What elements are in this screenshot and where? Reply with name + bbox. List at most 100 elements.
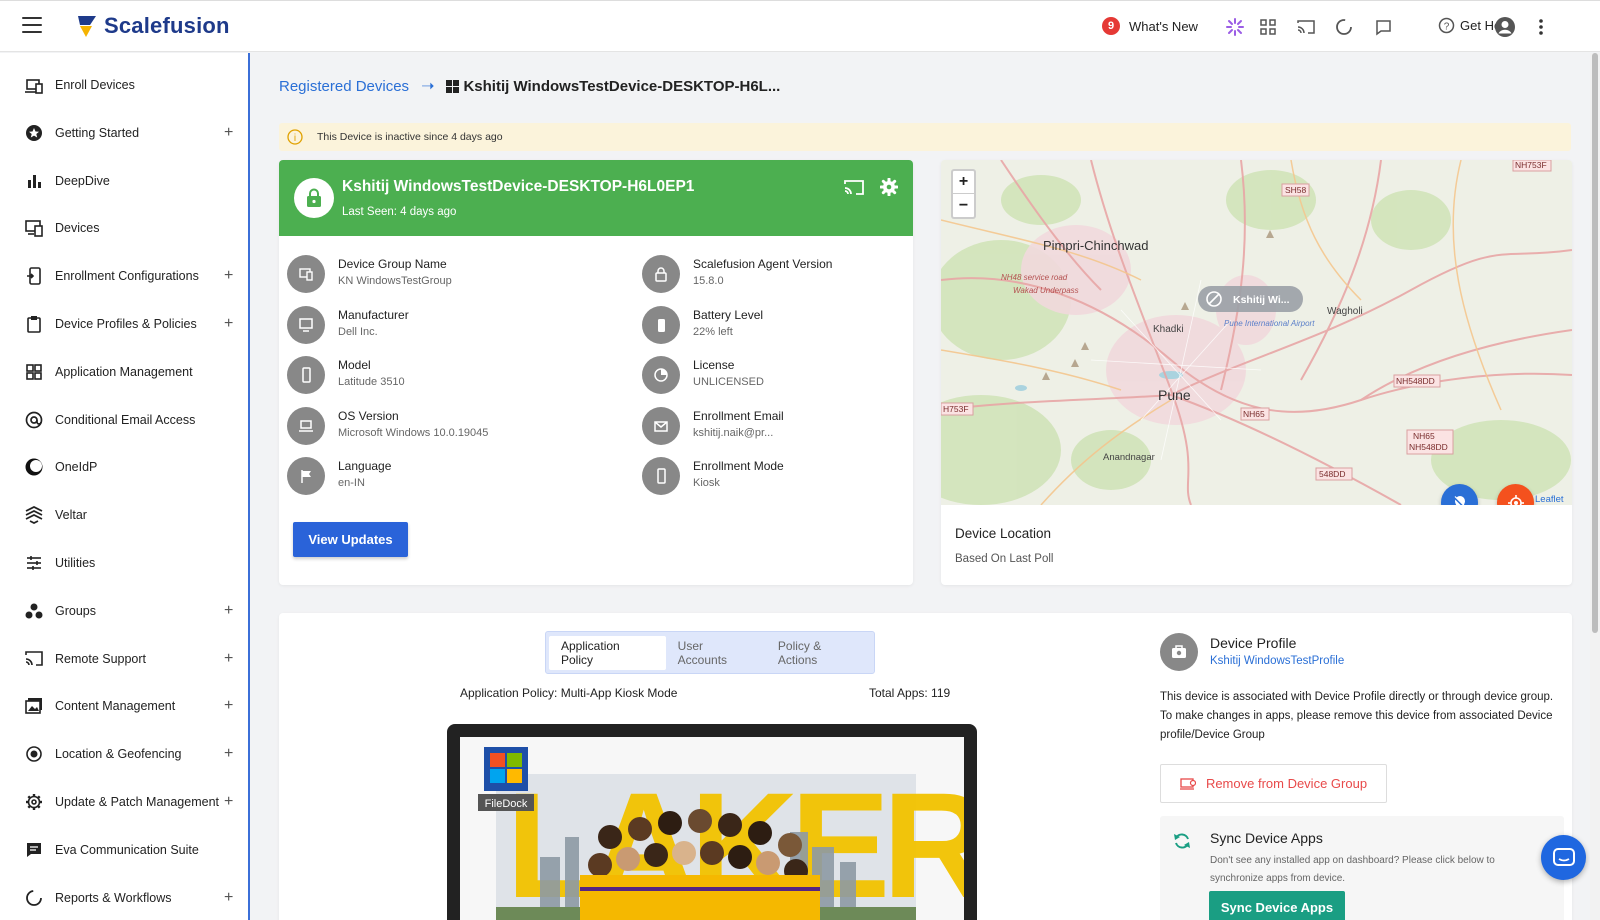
- map-label-service-road: NH48 service road: [1001, 273, 1068, 282]
- policy-tabs: Application Policy User Accounts Policy …: [545, 631, 875, 674]
- sidebar-item-oneidp[interactable]: OneIdP: [0, 447, 248, 487]
- device-remove-icon: [1179, 777, 1196, 790]
- device-cast-icon[interactable]: [844, 179, 864, 201]
- tab-application-policy[interactable]: Application Policy: [549, 635, 666, 670]
- sidebar-item-content-management[interactable]: Content Management +: [0, 686, 248, 726]
- sidebar-item-veltar[interactable]: Veltar: [0, 495, 248, 535]
- kiosk-wallpaper: LAKERS: [478, 747, 964, 920]
- page-scrollbar[interactable]: [1590, 53, 1600, 920]
- info-label: OS Version: [338, 408, 399, 423]
- info-value: Latitude 3510: [338, 376, 405, 389]
- device-marker[interactable]: Kshitij Wi...: [1198, 286, 1303, 312]
- sidebar-item-reports-workflows[interactable]: Reports & Workflows +: [0, 878, 248, 918]
- sidebar-item-eva-communication-suite[interactable]: Eva Communication Suite: [0, 830, 248, 870]
- lock-icon: [294, 178, 334, 218]
- sidebar: Enroll Devices Getting Started + DeepDive De…: [0, 53, 250, 920]
- svg-text:NH65: NH65: [1243, 409, 1265, 419]
- expand-plus-icon[interactable]: +: [224, 793, 233, 811]
- message-icon[interactable]: [1372, 16, 1394, 38]
- filedock-label: FileDock: [485, 798, 528, 810]
- expand-plus-icon[interactable]: +: [224, 124, 233, 142]
- svg-text:H753F: H753F: [943, 404, 969, 414]
- sidebar-item-application-management[interactable]: Application Management: [0, 352, 248, 392]
- logo[interactable]: Scalefusion: [74, 13, 230, 39]
- road-shield-sh58: SH58: [1281, 183, 1310, 197]
- enrollment-config-icon: [24, 266, 44, 286]
- more-vertical-icon[interactable]: [1530, 16, 1552, 38]
- road-shield-nh65-b: NH65NH548DD: [1406, 429, 1454, 455]
- sync-icon: [1174, 833, 1190, 849]
- expand-plus-icon[interactable]: +: [224, 315, 233, 333]
- device-profile-link[interactable]: Kshitij WindowsTestProfile: [1210, 655, 1344, 667]
- sidebar-item-device-profiles-policies[interactable]: Device Profiles & Policies +: [0, 304, 248, 344]
- expand-plus-icon[interactable]: +: [224, 745, 233, 763]
- account-icon[interactable]: [1494, 16, 1516, 38]
- map-tiles: Pimpri-Chinchwad Pune Khadki Wagholi Ana…: [941, 160, 1572, 505]
- sidebar-item-getting-started[interactable]: Getting Started +: [0, 113, 248, 153]
- device-info-os-version: OS Version Microsoft Windows 10.0.19045: [287, 405, 587, 449]
- at-sign-icon: [24, 410, 44, 430]
- device-info-model: Model Latitude 3510: [287, 354, 587, 398]
- sidebar-item-devices[interactable]: Devices: [0, 208, 248, 248]
- sidebar-item-enroll-devices[interactable]: Enroll Devices: [0, 65, 248, 105]
- map-attribution[interactable]: Leaflet: [1535, 494, 1564, 505]
- mail-icon: [642, 406, 680, 445]
- tab-policy-actions[interactable]: Policy & Actions: [766, 636, 874, 670]
- remove-from-device-group-label: Remove from Device Group: [1205, 776, 1368, 791]
- filedock-app[interactable]: FileDock: [478, 747, 534, 811]
- whats-new-button[interactable]: 9 What's New: [1102, 17, 1198, 35]
- expand-plus-icon[interactable]: +: [224, 267, 233, 285]
- sidebar-item-label: Conditional Email Access: [55, 412, 196, 427]
- sidebar-item-label: Enroll Devices: [55, 78, 135, 92]
- expand-plus-icon[interactable]: +: [224, 650, 233, 668]
- info-value: en-IN: [338, 477, 365, 490]
- svg-text:NH65: NH65: [1413, 431, 1435, 441]
- sidebar-item-update-patch-management[interactable]: Update & Patch Management +: [0, 782, 248, 822]
- svg-text:NH753F: NH753F: [1515, 160, 1547, 170]
- sidebar-item-deepdive[interactable]: DeepDive: [0, 161, 248, 201]
- tab-user-accounts[interactable]: User Accounts: [666, 636, 766, 670]
- menu-icon[interactable]: [22, 17, 42, 35]
- sidebar-item-label: Getting Started: [55, 125, 140, 140]
- location-map[interactable]: Pimpri-Chinchwad Pune Khadki Wagholi Ana…: [941, 160, 1572, 505]
- device-profile-icon: [1160, 633, 1198, 671]
- info-value: Microsoft Windows 10.0.19045: [338, 426, 489, 439]
- cast-icon[interactable]: [1295, 16, 1317, 38]
- view-updates-button[interactable]: View Updates: [293, 522, 408, 557]
- total-apps-label: Total Apps: 119: [869, 686, 951, 700]
- expand-plus-icon[interactable]: +: [224, 889, 233, 907]
- chat-support-button[interactable]: [1541, 835, 1586, 880]
- sidebar-item-enrollment-configurations[interactable]: Enrollment Configurations +: [0, 256, 248, 296]
- device-info-manufacturer: Manufacturer Dell Inc.: [287, 304, 587, 348]
- map-label-pune: Pune: [1158, 387, 1191, 403]
- sliders-icon: [24, 553, 44, 573]
- device-profile-description: This device is associated with Device Pr…: [1160, 691, 1554, 741]
- expand-plus-icon[interactable]: +: [224, 697, 233, 715]
- info-label: Enrollment Mode: [693, 459, 784, 474]
- remove-from-device-group-button[interactable]: Remove from Device Group: [1160, 764, 1387, 803]
- refresh-icon[interactable]: [1333, 16, 1355, 38]
- sidebar-item-groups[interactable]: Groups +: [0, 591, 248, 631]
- info-label: Manufacturer: [338, 307, 409, 322]
- device-info-device-group-name: Device Group Name KN WindowsTestGroup: [287, 253, 587, 297]
- sidebar-item-utilities[interactable]: Utilities: [0, 543, 248, 583]
- sync-device-apps-button[interactable]: Sync Device Apps: [1209, 891, 1345, 920]
- top-bar: Scalefusion 9 What's New ? Get Help: [0, 0, 1600, 52]
- sidebar-item-conditional-email-access[interactable]: Conditional Email Access: [0, 400, 248, 440]
- photos-icon: [24, 696, 44, 716]
- zoom-out-button[interactable]: −: [953, 194, 974, 217]
- settings-gear-icon[interactable]: [879, 177, 899, 201]
- alert-text: This Device is inactive since 4 days ago: [317, 131, 503, 143]
- sidebar-item-remote-support[interactable]: Remote Support +: [0, 639, 248, 679]
- zoom-in-button[interactable]: +: [953, 171, 974, 194]
- sidebar-item-location-geofencing[interactable]: Location & Geofencing +: [0, 734, 248, 774]
- breadcrumb-registered-devices[interactable]: Registered Devices: [279, 78, 409, 95]
- road-shield-nh65: NH65: [1240, 407, 1270, 421]
- info-value: 22% left: [693, 325, 733, 338]
- whats-new-label: What's New: [1129, 18, 1198, 34]
- expand-plus-icon[interactable]: +: [224, 602, 233, 620]
- sparkle-icon[interactable]: [1224, 16, 1246, 38]
- sidebar-item-label: Location & Geofencing: [55, 747, 182, 762]
- info-label: Enrollment Email: [693, 408, 784, 423]
- grid-icon[interactable]: [1257, 16, 1279, 38]
